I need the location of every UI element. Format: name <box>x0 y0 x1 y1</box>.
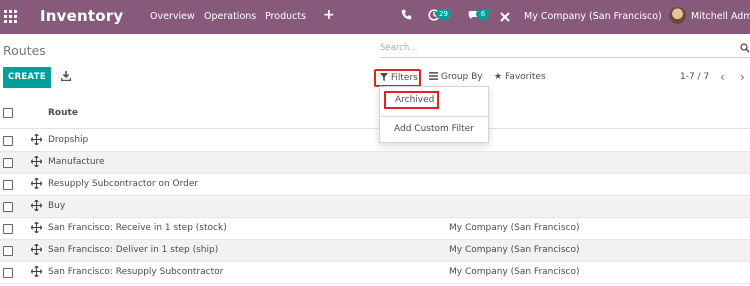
route-company: My Company (San Francisco) <box>449 223 580 233</box>
drag-handle-icon[interactable] <box>31 222 42 233</box>
filter-archived[interactable]: Archived <box>384 91 439 109</box>
table-row[interactable]: Buy <box>0 196 750 218</box>
pager-value[interactable]: 1-7 / 7 <box>680 72 709 82</box>
search-input[interactable]: Search... <box>380 43 417 53</box>
table-row[interactable]: Manufacture <box>0 152 750 174</box>
table-row[interactable]: San Francisco: Resupply Subcontractor My… <box>0 262 750 284</box>
favorites-button[interactable]: ★ Favorites <box>494 72 546 82</box>
app-menu-icon[interactable] <box>4 10 17 23</box>
row-checkbox[interactable] <box>3 180 13 190</box>
filters-button[interactable]: Filters <box>374 69 421 87</box>
activity-count-badge: 29 <box>436 9 451 19</box>
top-navbar: Inventory Overview Operations Products +… <box>0 0 750 34</box>
route-company: My Company (San Francisco) <box>449 267 580 277</box>
debug-tools-icon[interactable] <box>500 12 510 22</box>
row-checkbox[interactable] <box>3 136 13 146</box>
search-bar[interactable]: Search... <box>380 42 750 58</box>
row-checkbox[interactable] <box>3 246 13 256</box>
menu-operations[interactable]: Operations <box>204 11 256 22</box>
drag-handle-icon[interactable] <box>31 178 42 189</box>
drag-handle-icon[interactable] <box>31 156 42 167</box>
star-icon: ★ <box>494 72 503 82</box>
route-name: Resupply Subcontractor on Order <box>48 179 199 189</box>
breadcrumb: Routes <box>3 43 46 58</box>
group-by-icon <box>429 72 438 80</box>
phone-icon[interactable] <box>401 9 412 20</box>
filter-icon <box>380 73 388 81</box>
table-row[interactable]: San Francisco: Receive in 1 step (stock)… <box>0 218 750 240</box>
app-name[interactable]: Inventory <box>40 7 123 25</box>
user-avatar[interactable] <box>669 7 686 24</box>
drag-handle-icon[interactable] <box>31 200 42 211</box>
company-switcher[interactable]: My Company (San Francisco) <box>524 11 662 22</box>
menu-overview[interactable]: Overview <box>150 11 195 22</box>
route-name: Dropship <box>48 135 89 145</box>
select-all-checkbox[interactable] <box>3 108 13 118</box>
row-checkbox[interactable] <box>3 202 13 212</box>
add-custom-filter[interactable]: Add Custom Filter <box>394 124 474 134</box>
drag-handle-icon[interactable] <box>31 244 42 255</box>
list-header: Route <box>0 97 750 129</box>
group-by-label: Group By <box>440 72 483 82</box>
search-icon[interactable] <box>740 43 750 53</box>
favorites-label: Favorites <box>504 72 546 82</box>
table-row[interactable]: Dropship <box>0 130 750 152</box>
message-count-badge: 6 <box>476 9 490 19</box>
route-name: San Francisco: Deliver in 1 step (ship) <box>48 245 219 255</box>
pager-previous-icon[interactable]: ‹ <box>720 70 725 84</box>
create-button[interactable]: CREATE <box>3 67 51 88</box>
route-company: My Company (San Francisco) <box>449 245 580 255</box>
route-name: San Francisco: Resupply Subcontractor <box>48 267 224 277</box>
filters-label: Filters <box>390 73 418 83</box>
row-checkbox[interactable] <box>3 224 13 234</box>
route-name: Manufacture <box>48 157 105 167</box>
row-checkbox[interactable] <box>3 158 13 168</box>
download-icon[interactable] <box>61 71 71 81</box>
table-row[interactable]: Resupply Subcontractor on Order <box>0 174 750 196</box>
drag-handle-icon[interactable] <box>31 134 42 145</box>
filters-dropdown: Archived Add Custom Filter <box>379 86 489 143</box>
route-name: San Francisco: Receive in 1 step (stock) <box>48 223 227 233</box>
group-by-button[interactable]: Group By <box>429 72 483 82</box>
dropdown-divider <box>380 116 488 117</box>
route-name: Buy <box>48 201 66 211</box>
table-row[interactable]: San Francisco: Deliver in 1 step (ship) … <box>0 240 750 262</box>
pager-next-icon[interactable]: › <box>740 70 745 84</box>
drag-handle-icon[interactable] <box>31 266 42 277</box>
column-header-route[interactable]: Route <box>48 108 78 118</box>
row-checkbox[interactable] <box>3 268 13 278</box>
menu-products[interactable]: Products <box>265 11 306 22</box>
plus-menu-icon[interactable]: + <box>323 7 335 23</box>
user-menu[interactable]: Mitchell Admin <box>691 11 750 22</box>
